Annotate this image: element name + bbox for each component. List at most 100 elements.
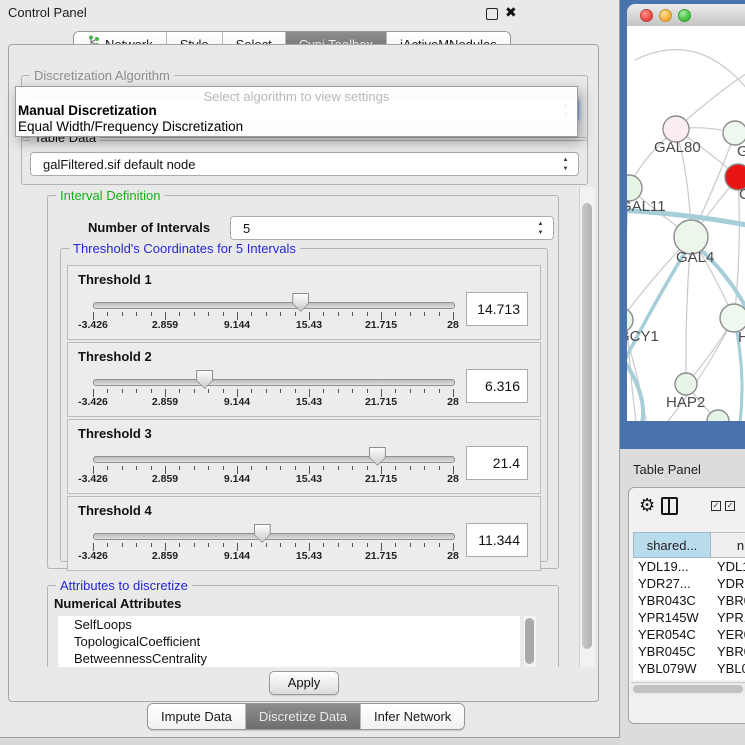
threshold-row: Threshold 2 -3.4262.8599.14415.4321.7152… — [67, 342, 541, 417]
attribute-item[interactable]: SelfLoops — [58, 616, 520, 633]
slider-thumb[interactable] — [369, 447, 386, 466]
tick-mark — [179, 389, 180, 393]
table-panel: ⚙ ✓ ✓ shared... n YDL19...YDL1YDR27...YD… — [628, 487, 745, 724]
tick-mark — [208, 543, 209, 547]
tick-mark — [323, 466, 324, 470]
slider-thumb[interactable] — [292, 293, 309, 312]
attribute-item[interactable]: BetweennessCentrality — [58, 650, 520, 667]
threshold-value-field[interactable] — [466, 369, 528, 403]
table-horizontal-scrollbar[interactable] — [631, 682, 745, 695]
network-window-titlebar[interactable] — [627, 4, 745, 27]
tab-label: Discretize Data — [259, 704, 347, 729]
column-icon[interactable] — [661, 497, 678, 515]
table-row[interactable]: YBL079WYBL0 — [633, 661, 745, 678]
tick-mark — [410, 466, 411, 470]
checkbox-icon[interactable]: ✓ — [711, 501, 721, 511]
scrollbar-thumb[interactable] — [633, 685, 743, 693]
table-data-select[interactable]: galFiltered.sif default node ▲▼ — [30, 152, 579, 176]
threshold-value-field[interactable] — [466, 523, 528, 557]
gear-icon[interactable]: ⚙ — [639, 496, 655, 514]
tick-mark — [395, 543, 396, 547]
network-edge[interactable] — [635, 50, 745, 95]
tab-impute-data[interactable]: Impute Data — [148, 704, 245, 729]
cell-name: YDL1 — [717, 559, 745, 574]
tick-mark — [151, 389, 152, 393]
threshold-value-field[interactable] — [466, 446, 528, 480]
float-window-icon[interactable] — [486, 8, 498, 20]
minimize-traffic-light-icon[interactable] — [659, 9, 672, 22]
slider-thumb[interactable] — [196, 370, 213, 389]
algorithm-option[interactable]: Equal Width/Frequency Discretization — [18, 119, 243, 134]
table-row[interactable]: YBR043CYBR0 — [633, 593, 745, 610]
table-rows: YDL19...YDL1YDR27...YDR2YBR043CYBR0YPR14… — [633, 559, 745, 680]
table-row[interactable]: YDL19...YDL1 — [633, 559, 745, 576]
apply-button[interactable]: Apply — [269, 671, 339, 695]
zoom-traffic-light-icon[interactable] — [678, 9, 691, 22]
column-header-shared-name[interactable]: shared... — [633, 532, 711, 558]
tick-mark — [323, 389, 324, 393]
tick-mark — [266, 466, 267, 470]
numerical-attributes-label: Numerical Attributes — [54, 596, 181, 611]
spinner-arrows-icon: ▲▼ — [536, 220, 545, 238]
slider-track[interactable] — [93, 456, 455, 463]
tick-mark — [136, 543, 137, 547]
checkbox-icon[interactable]: ✓ — [725, 501, 735, 511]
threshold-row: Threshold 3 -3.4262.8599.14415.4321.7152… — [67, 419, 541, 494]
numerical-attributes-list: SelfLoopsTopologicalCoefficientBetweenne… — [58, 616, 520, 667]
slider-thumb[interactable] — [254, 524, 271, 543]
interval-definition-label: Interval Definition — [56, 188, 164, 203]
table-row[interactable]: YBR045CYBR0 — [633, 644, 745, 661]
node-label-GAL11: GAL11 — [627, 198, 666, 215]
table-row[interactable]: YDR27...YDR2 — [633, 576, 745, 593]
network-edge[interactable] — [627, 188, 636, 421]
tick-mark — [367, 389, 368, 393]
slider-track[interactable] — [93, 379, 455, 386]
tick-label: 2.859 — [152, 396, 178, 408]
screenshot-root: Control Panel ✖ NetworkStyleSelectCyni T… — [0, 0, 745, 745]
tick-mark — [295, 466, 296, 470]
tab-discretize-data[interactable]: Discretize Data — [245, 704, 360, 729]
tick-mark — [136, 389, 137, 393]
attribute-item[interactable]: TopologicalCoefficient — [58, 633, 520, 650]
tick-label: 28 — [447, 319, 459, 331]
slider-track[interactable] — [93, 533, 455, 540]
network-canvas[interactable]: GAL80GCGAL11GAL4GCY1HHAP2 — [627, 26, 745, 421]
tick-mark — [194, 389, 195, 393]
tick-label: 9.144 — [224, 319, 250, 331]
scrollbar-thumb[interactable] — [582, 203, 592, 649]
cell-shared-name: YPR145W — [638, 610, 699, 625]
table-row[interactable]: YPR145WYPR1 — [633, 610, 745, 627]
tick-label: 21.715 — [365, 550, 397, 562]
column-header-name[interactable]: n — [711, 532, 745, 558]
tab-infer-network[interactable]: Infer Network — [360, 704, 464, 729]
network-node-HAP2[interactable] — [675, 373, 697, 395]
close-icon[interactable]: ✖ — [505, 4, 517, 21]
threshold-label: Threshold 2 — [78, 349, 152, 364]
threshold-coordinates-label: Threshold's Coordinates for 5 Intervals — [69, 241, 300, 256]
threshold-value-field[interactable] — [466, 292, 528, 326]
cell-name: YBR0 — [717, 644, 745, 659]
algorithm-option[interactable]: Manual Discretization — [18, 103, 157, 118]
tick-mark — [424, 312, 425, 316]
scrollbar-thumb[interactable] — [525, 618, 534, 664]
number-of-intervals-select[interactable]: 5 ▲▼ — [230, 216, 554, 240]
network-node-H[interactable] — [720, 304, 745, 332]
tick-mark — [151, 312, 152, 316]
tick-label: 2.859 — [152, 319, 178, 331]
tick-label: 28 — [447, 473, 459, 485]
close-traffic-light-icon[interactable] — [640, 9, 653, 22]
tick-mark — [251, 466, 252, 470]
network-node-G[interactable] — [723, 121, 745, 145]
tick-mark — [295, 543, 296, 547]
panel-scrollbar[interactable] — [579, 187, 595, 667]
threshold-label: Threshold 1 — [78, 272, 152, 287]
tick-mark — [194, 543, 195, 547]
cyni-toolbox-panel: Discretization Algorithm ▲▼ Table Data g… — [8, 44, 599, 702]
slider-track[interactable] — [93, 302, 455, 309]
table-row[interactable]: YLR345WYLR3 — [633, 678, 745, 680]
tick-label: 15.43 — [296, 319, 322, 331]
tick-label: 28 — [447, 396, 459, 408]
network-node-N9[interactable] — [707, 410, 729, 421]
table-row[interactable]: YER054CYER0 — [633, 627, 745, 644]
attributes-scrollbar[interactable] — [524, 616, 536, 667]
